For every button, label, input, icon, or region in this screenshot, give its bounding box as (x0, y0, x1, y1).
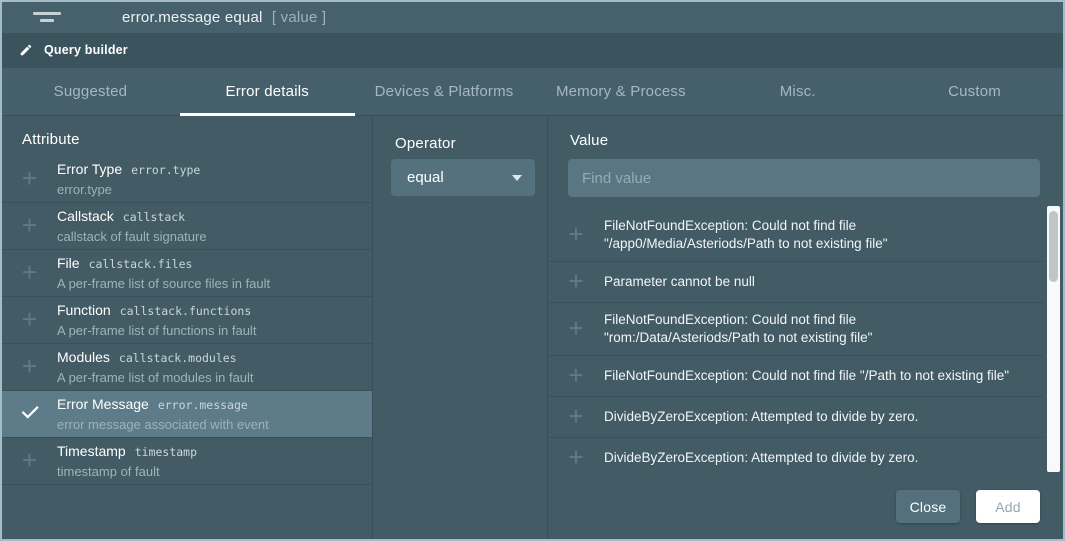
value-text: FileNotFoundException: Could not find fi… (604, 367, 1043, 385)
value-list-item[interactable]: + DivideByZeroException: Attempted to di… (548, 438, 1043, 471)
add-plus-icon: + (22, 259, 37, 285)
query-builder-dialog: error.message equal [ value ] Query buil… (0, 0, 1065, 541)
attribute-description: callstack of fault signature (57, 229, 372, 244)
query-summary-text: error.message equal (122, 9, 263, 26)
add-plus-icon: + (22, 447, 37, 473)
attribute-list: + Error Type error.type error.type + Call… (2, 156, 372, 485)
attribute-code: error.type (131, 163, 200, 177)
tab-label: Custom (948, 83, 1001, 100)
attribute-description: error.type (57, 182, 372, 197)
attribute-panel: Attribute + Error Type error.type error.t… (2, 117, 373, 539)
value-list: + FileNotFoundException: Could not find … (548, 209, 1043, 471)
tab-misc[interactable]: Misc. (709, 68, 886, 115)
attribute-title: Error Type (57, 161, 122, 177)
attribute-description: A per-frame list of modules in fault (57, 370, 372, 385)
close-button[interactable]: Close (896, 490, 960, 523)
attribute-title: File (57, 255, 80, 271)
tab-custom[interactable]: Custom (886, 68, 1063, 115)
attribute-row[interactable]: + Function callstack.functions A per-fram… (2, 297, 372, 344)
check-icon (19, 401, 41, 428)
tab-error-details[interactable]: Error details (179, 68, 356, 115)
attribute-description: timestamp of fault (57, 464, 372, 479)
add-plus-icon: + (568, 221, 583, 247)
add-plus-icon: + (22, 212, 37, 238)
tab-label: Suggested (54, 83, 128, 100)
value-list-item[interactable]: + Parameter cannot be null (548, 262, 1043, 303)
attribute-description: A per-frame list of functions in fault (57, 323, 372, 338)
attribute-row[interactable]: + Error Type error.type error.type (2, 156, 372, 203)
tab-label: Devices & Platforms (375, 83, 514, 100)
attribute-title: Function (57, 302, 111, 318)
attribute-row[interactable]: + Timestamp timestamp timestamp of fault (2, 438, 372, 485)
value-list-scrollbar[interactable] (1047, 206, 1060, 472)
dialog-footer: Close Add (548, 473, 1063, 539)
add-button[interactable]: Add (976, 490, 1040, 523)
attribute-title: Error Message (57, 396, 149, 412)
value-list-item[interactable]: + FileNotFoundException: Could not find … (548, 356, 1043, 397)
add-plus-icon: + (22, 165, 37, 191)
attribute-title: Timestamp (57, 443, 126, 459)
tab-memory-process[interactable]: Memory & Process (532, 68, 709, 115)
operator-dropdown[interactable]: equal (391, 159, 535, 196)
attribute-description: A per-frame list of source files in faul… (57, 276, 372, 291)
value-text: DivideByZeroException: Attempted to divi… (604, 408, 1043, 426)
scrollbar-thumb[interactable] (1049, 211, 1058, 282)
tab-bar: Suggested Error details Devices & Platform… (2, 68, 1063, 116)
attribute-panel-title: Attribute (2, 117, 372, 156)
attribute-code: callstack.files (89, 257, 193, 271)
query-builder-label: Query builder (44, 33, 128, 68)
value-text: FileNotFoundException: Could not find fi… (604, 217, 1043, 253)
value-text: Parameter cannot be null (604, 273, 1043, 291)
attribute-description: error message associated with event (57, 417, 372, 432)
query-summary: error.message equal [ value ] (122, 2, 326, 33)
query-builder-header: Query builder (2, 33, 1063, 68)
attribute-title: Modules (57, 349, 110, 365)
attribute-code: error.message (158, 398, 248, 412)
title-bar: error.message equal [ value ] (2, 2, 1063, 33)
edit-pencil-icon (19, 43, 33, 57)
tab-devices-platforms[interactable]: Devices & Platforms (356, 68, 533, 115)
add-plus-icon: + (22, 353, 37, 379)
attribute-row[interactable]: + Error Messageerror.message error messa… (2, 391, 372, 438)
operator-selected-value: equal (407, 169, 444, 186)
add-plus-icon: + (568, 362, 583, 388)
filter-icon (32, 10, 62, 26)
find-value-input[interactable] (568, 159, 1040, 197)
attribute-code: timestamp (135, 445, 197, 459)
add-plus-icon: + (568, 315, 583, 341)
chevron-down-icon (512, 175, 522, 181)
value-panel-title: Value (548, 117, 1063, 149)
panels-container: Attribute + Error Type error.type error.t… (2, 117, 1063, 539)
operator-panel-title: Operator (373, 117, 547, 152)
attribute-row[interactable]: + Callstack callstack callstack of fault … (2, 203, 372, 250)
tab-label: Error details (226, 83, 309, 100)
add-plus-icon: + (568, 403, 583, 429)
attribute-code: callstack.functions (120, 304, 252, 318)
attribute-title: Callstack (57, 208, 114, 224)
value-list-item[interactable]: + FileNotFoundException: Could not find … (548, 303, 1043, 356)
add-plus-icon: + (568, 444, 583, 470)
value-text: DivideByZeroException: Attempted to divi… (604, 449, 1043, 467)
attribute-row[interactable]: + File callstack.files A per-frame list o… (2, 250, 372, 297)
tab-label: Memory & Process (556, 83, 686, 100)
attribute-code: callstack (123, 210, 185, 224)
tab-label: Misc. (780, 83, 816, 100)
value-list-item[interactable]: + DivideByZeroException: Attempted to di… (548, 397, 1043, 438)
value-list-item[interactable]: + FileNotFoundException: Could not find … (548, 209, 1043, 262)
add-plus-icon: + (568, 268, 583, 294)
tab-suggested[interactable]: Suggested (2, 68, 179, 115)
value-text: FileNotFoundException: Could not find fi… (604, 311, 1043, 347)
value-panel: Value + FileNotFoundException: Could not… (548, 117, 1063, 539)
attribute-row[interactable]: + Modules callstack.modules A per-frame l… (2, 344, 372, 391)
query-summary-value-placeholder: [ value ] (272, 9, 326, 26)
attribute-code: callstack.modules (119, 351, 237, 365)
add-plus-icon: + (22, 306, 37, 332)
operator-panel: Operator equal (373, 117, 548, 539)
